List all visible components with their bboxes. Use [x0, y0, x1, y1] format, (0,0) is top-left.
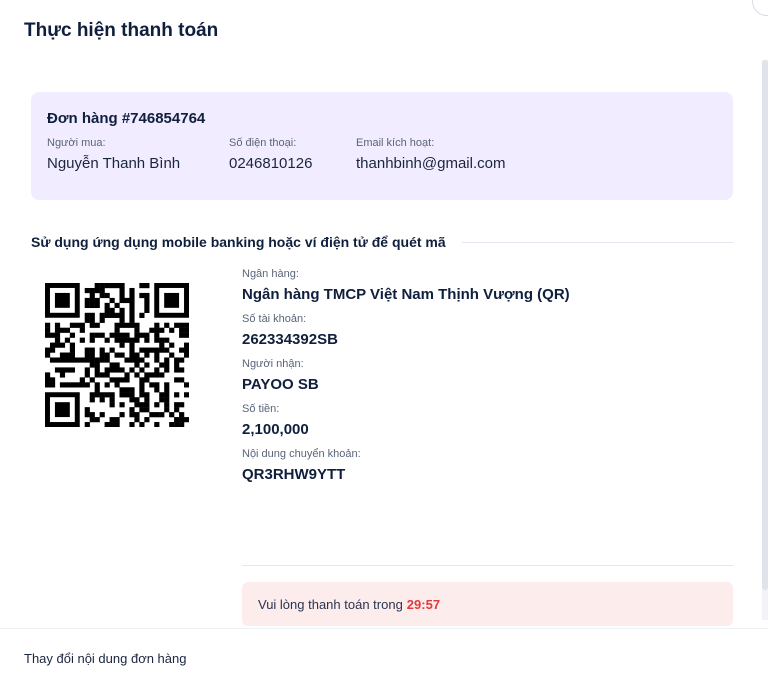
email-field: Email kích hoạt: thanhbinh@gmail.com: [356, 137, 505, 172]
order-id: Đơn hàng #746854764: [47, 110, 206, 127]
details-divider: [242, 565, 733, 566]
phone-label: Số điện thoại:: [229, 137, 297, 149]
bank-details: Ngân hàng: Ngân hàng TMCP Việt Nam Thịnh…: [242, 268, 732, 493]
recipient-detail: Người nhận: PAYOO SB: [242, 358, 732, 393]
phone-value: 0246810126: [229, 155, 313, 172]
email-value: thanhbinh@gmail.com: [356, 155, 506, 172]
transfer-content-value: QR3RHW9YTT: [242, 466, 346, 483]
buyer-value: Nguyễn Thanh Bình: [47, 155, 181, 172]
timer-text: Vui lòng thanh toán trong: [258, 596, 403, 612]
buyer-label: Người mua:: [47, 137, 106, 149]
amount-value: 2,100,000: [242, 421, 309, 438]
timer-countdown: 29:57: [406, 596, 441, 612]
account-label: Số tài khoản:: [242, 313, 307, 325]
order-summary-card: Đơn hàng #746854764 Người mua: Nguyễn Th…: [31, 92, 733, 200]
payment-timer: Vui lòng thanh toán trong 29:57: [242, 582, 733, 626]
amount-detail: Số tiền: 2,100,000: [242, 403, 732, 438]
buyer-field: Người mua: Nguyễn Thanh Bình: [47, 137, 201, 172]
email-label: Email kích hoạt:: [356, 137, 435, 149]
transfer-content-label: Nội dung chuyển khoản:: [242, 448, 361, 460]
change-order-link[interactable]: Thay đổi nội dung đơn hàng: [24, 651, 186, 666]
recipient-value: PAYOO SB: [242, 376, 319, 393]
bank-detail: Ngân hàng: Ngân hàng TMCP Việt Nam Thịnh…: [242, 268, 732, 303]
transfer-content-detail: Nội dung chuyển khoản: QR3RHW9YTT: [242, 448, 732, 483]
modal-footer: Thay đổi nội dung đơn hàng: [0, 628, 768, 682]
bank-label: Ngân hàng:: [242, 268, 299, 280]
order-fields: Người mua: Nguyễn Thanh Bình Số điện tho…: [47, 137, 717, 172]
recipient-label: Người nhận:: [242, 358, 304, 370]
scrollbar-thumb[interactable]: [762, 60, 768, 590]
qr-code-icon: [45, 283, 189, 427]
phone-field: Số điện thoại: 0246810126: [229, 137, 328, 172]
qr-instruction-text: Sử dụng ứng dụng mobile banking hoặc ví …: [31, 234, 446, 250]
bank-value: Ngân hàng TMCP Việt Nam Thịnh Vượng (QR): [242, 286, 570, 303]
qr-section-heading: Sử dụng ứng dụng mobile banking hoặc ví …: [31, 234, 733, 250]
close-icon[interactable]: [752, 0, 768, 16]
account-detail: Số tài khoản: 262334392SB: [242, 313, 732, 348]
account-value: 262334392SB: [242, 331, 338, 348]
heading-divider: [461, 241, 733, 243]
modal-title: Thực hiện thanh toán: [24, 20, 219, 41]
amount-label: Số tiền:: [242, 403, 280, 415]
